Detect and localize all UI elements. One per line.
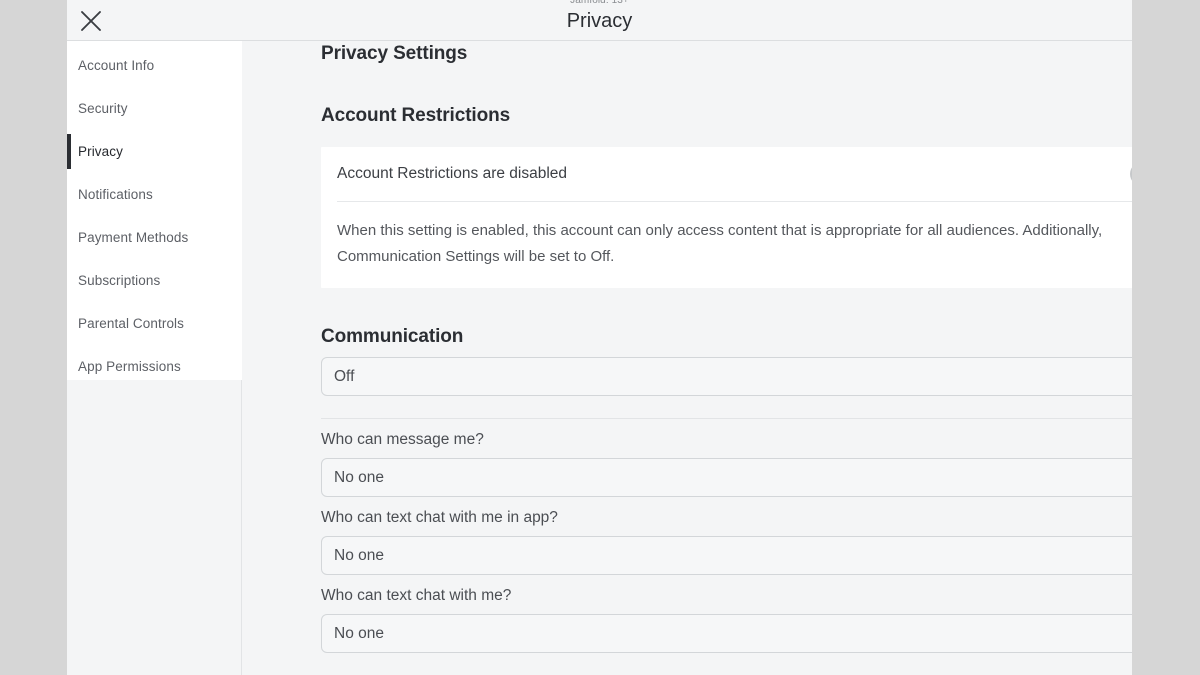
account-restrictions-toggle[interactable] — [1130, 162, 1132, 186]
who-can-text-chat-select[interactable]: No one — [321, 614, 1132, 653]
sidebar-item-payment-methods[interactable]: Payment Methods — [67, 216, 242, 259]
sidebar-item-privacy[interactable]: Privacy — [67, 130, 242, 173]
field-row-who-can-message-me: Who can message me? ? — [321, 431, 1132, 449]
screen-root: Jamfold: 13+ Privacy Account Info Securi… — [0, 0, 1200, 675]
sidebar: Account Info Security Privacy Notificati… — [67, 41, 242, 675]
sidebar-item-label: Privacy — [78, 144, 123, 159]
sidebar-item-account-info[interactable]: Account Info — [67, 44, 242, 87]
account-restrictions-heading: Account Restrictions — [321, 105, 511, 126]
account-restrictions-description: When this setting is enabled, this accou… — [337, 222, 1103, 265]
sidebar-item-label: Security — [78, 101, 128, 116]
select-value: No one — [334, 546, 384, 564]
sidebar-item-label: Parental Controls — [78, 316, 185, 331]
who-can-message-me-select[interactable]: No one — [321, 458, 1132, 497]
toggle-knob — [1131, 163, 1132, 185]
sidebar-item-parental-controls[interactable]: Parental Controls — [67, 302, 242, 345]
sidebar-item-app-permissions[interactable]: App Permissions — [67, 345, 242, 388]
section-divider — [321, 418, 1132, 419]
field-row-who-can-text-chat-in-app: Who can text chat with me in app? ? — [321, 509, 1132, 527]
sidebar-item-label: Notifications — [78, 187, 153, 202]
communication-heading-row: Communication ? — [321, 326, 1132, 348]
select-value: No one — [334, 468, 384, 486]
communication-heading: Communication — [321, 326, 464, 347]
age-rating-label: Jamfold: 13+ — [570, 0, 629, 6]
sidebar-item-label: Payment Methods — [78, 230, 189, 245]
sidebar-nav-list: Account Info Security Privacy Notificati… — [67, 41, 242, 380]
settings-modal: Jamfold: 13+ Privacy Account Info Securi… — [67, 0, 1132, 675]
field-label: Who can text chat with me in app? — [321, 509, 558, 526]
content-page-title: Privacy Settings — [321, 43, 468, 64]
sidebar-item-label: Subscriptions — [78, 273, 161, 288]
sidebar-item-label: Account Info — [78, 58, 155, 73]
modal-header: Jamfold: 13+ Privacy — [67, 0, 1132, 41]
header-title-group: Jamfold: 13+ Privacy — [67, 0, 1132, 34]
field-label: Who can message me? — [321, 431, 484, 448]
communication-select[interactable]: Off — [321, 357, 1132, 396]
account-restrictions-status-label: Account Restrictions are disabled — [337, 165, 568, 182]
who-can-text-chat-in-app-select[interactable]: No one — [321, 536, 1132, 575]
sidebar-item-security[interactable]: Security — [67, 87, 242, 130]
sidebar-item-label: App Permissions — [78, 359, 181, 374]
account-restrictions-card: Account Restrictions are disabled When t… — [321, 147, 1132, 288]
field-row-who-can-text-chat: Who can text chat with me? ? — [321, 587, 1132, 605]
page-title: Privacy — [566, 10, 633, 32]
field-label: Who can text chat with me? — [321, 587, 512, 604]
communication-select-value: Off — [334, 367, 355, 385]
select-value: No one — [334, 624, 384, 642]
sidebar-item-subscriptions[interactable]: Subscriptions — [67, 259, 242, 302]
account-restrictions-row: Account Restrictions are disabled — [337, 147, 1132, 202]
main-content: Privacy Settings Account Restrictions Ac… — [243, 41, 1132, 675]
sidebar-item-notifications[interactable]: Notifications — [67, 173, 242, 216]
